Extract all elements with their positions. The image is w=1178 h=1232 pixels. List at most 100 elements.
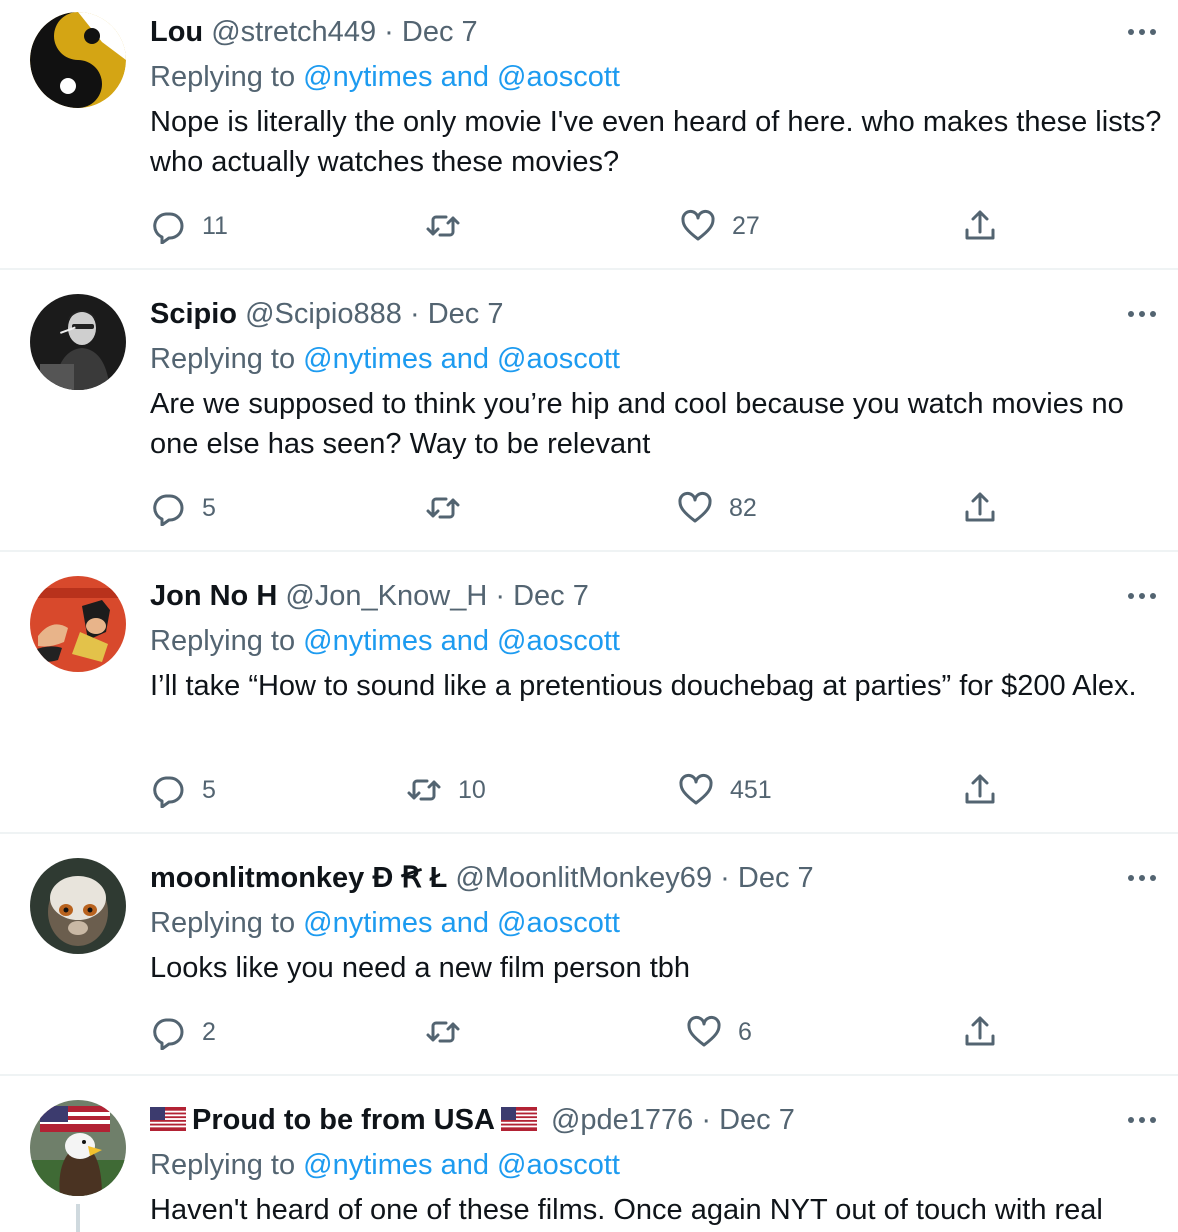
tweet-date[interactable]: Dec 7 xyxy=(513,580,589,612)
replying-to: Replying to @nytimes and @aoscott xyxy=(150,623,620,659)
more-options-button[interactable] xyxy=(1126,864,1158,892)
retweet-icon xyxy=(426,497,460,519)
reply-button[interactable]: 5 xyxy=(150,768,216,812)
tweet-date[interactable]: Dec 7 xyxy=(428,298,504,330)
replying-to: Replying to @nytimes and @aoscott xyxy=(150,905,620,941)
reply-count: 5 xyxy=(202,775,216,804)
display-name[interactable]: Scipio xyxy=(150,298,237,330)
replying-label: Replying to xyxy=(150,907,296,939)
heart-icon xyxy=(679,773,713,805)
mention-and[interactable]: and xyxy=(441,625,489,657)
like-button[interactable]: 451 xyxy=(678,768,772,812)
retweet-button[interactable] xyxy=(425,1010,477,1054)
more-options-button[interactable] xyxy=(1126,18,1158,46)
like-button[interactable]: 27 xyxy=(680,204,760,248)
tweet[interactable]: Scipio @Scipio888 · Dec 7 Replying to @n… xyxy=(0,282,1178,552)
share-button[interactable] xyxy=(962,1010,998,1054)
comic-slap-icon xyxy=(30,576,126,672)
reply-button[interactable]: 5 xyxy=(150,486,216,530)
mention-link[interactable]: @aoscott xyxy=(497,61,620,93)
mention-and[interactable]: and xyxy=(441,343,489,375)
mention-link[interactable]: @aoscott xyxy=(497,625,620,657)
display-name[interactable]: Lou xyxy=(150,16,203,48)
reply-count: 11 xyxy=(202,211,228,240)
user-handle[interactable]: @MoonlitMonkey69 xyxy=(455,862,712,894)
replying-to: Replying to @nytimes and @aoscott xyxy=(150,341,620,377)
retweet-button[interactable]: 10 xyxy=(406,768,486,812)
share-button[interactable] xyxy=(962,768,998,812)
reply-icon xyxy=(153,494,184,526)
us-flag-icon xyxy=(500,1107,537,1131)
mention-link[interactable]: @nytimes xyxy=(303,907,432,939)
more-options-button[interactable] xyxy=(1126,582,1158,610)
mention-link[interactable]: @aoscott xyxy=(497,907,620,939)
separator-dot: · xyxy=(701,1104,712,1136)
separator-dot: · xyxy=(720,862,730,894)
more-options-button[interactable] xyxy=(1126,300,1158,328)
mention-link[interactable]: @nytimes xyxy=(303,61,432,93)
avatar[interactable] xyxy=(30,294,126,390)
tweet[interactable]: Jon No H @Jon_Know_H · Dec 7 Replying to… xyxy=(0,564,1178,834)
yin-yang-icon xyxy=(30,12,126,108)
tweet-date[interactable]: Dec 7 xyxy=(402,16,478,48)
tweet-text: Looks like you need a new film person tb… xyxy=(150,952,691,984)
avatar[interactable] xyxy=(30,1100,126,1196)
mention-and[interactable]: and xyxy=(441,61,489,93)
share-button[interactable] xyxy=(962,486,998,530)
tweet-text: Nope is literally the only movie I've ev… xyxy=(150,106,1162,178)
mention-link[interactable]: @aoscott xyxy=(497,343,620,375)
tweet-date[interactable]: Dec 7 xyxy=(719,1104,795,1136)
share-icon xyxy=(965,492,995,522)
mention-link[interactable]: @aoscott xyxy=(497,1149,620,1181)
user-handle[interactable]: @stretch449 xyxy=(211,16,376,48)
separator-dot: · xyxy=(495,580,506,612)
retweet-icon xyxy=(426,215,460,237)
like-button[interactable]: 82 xyxy=(677,486,757,530)
mention-link[interactable]: @nytimes xyxy=(303,625,432,657)
reply-button[interactable]: 11 xyxy=(150,204,228,248)
heart-icon xyxy=(678,491,712,523)
retweet-icon xyxy=(426,1021,460,1043)
retweet-button[interactable] xyxy=(425,204,477,248)
mention-and[interactable]: and xyxy=(441,1149,489,1181)
avatar[interactable] xyxy=(30,576,126,672)
mention-link[interactable]: @nytimes xyxy=(303,343,432,375)
like-count: 27 xyxy=(732,211,760,240)
monkey-icon xyxy=(30,858,126,954)
user-handle[interactable]: @Scipio888 xyxy=(245,298,402,330)
avatar[interactable] xyxy=(30,12,126,108)
share-button[interactable] xyxy=(962,204,998,248)
reply-count: 2 xyxy=(202,1017,216,1046)
tweet-text: Are we supposed to think you’re hip and … xyxy=(150,388,1124,460)
replying-label: Replying to xyxy=(150,1149,296,1181)
user-handle[interactable]: @Jon_Know_H xyxy=(285,580,487,612)
avatar[interactable] xyxy=(30,858,126,954)
reply-count: 5 xyxy=(202,493,216,522)
display-name[interactable]: Proud to be from USA xyxy=(192,1104,495,1136)
mention-and[interactable]: and xyxy=(441,907,489,939)
like-button[interactable]: 6 xyxy=(686,1010,752,1054)
divider xyxy=(0,268,1178,270)
tweet-date[interactable]: Dec 7 xyxy=(738,862,814,894)
tweet-header: Lou @stretch449 · Dec 7 xyxy=(150,14,478,50)
tweet-actions: 2 6 xyxy=(0,1010,1178,1054)
tweet-actions: 5 82 xyxy=(0,486,1178,530)
divider xyxy=(0,1074,1178,1076)
tweet[interactable]: Lou @stretch449 · Dec 7 Replying to @nyt… xyxy=(0,0,1178,270)
tweet-text: I’ll take “How to sound like a pretentio… xyxy=(150,670,1137,702)
mention-link[interactable]: @nytimes xyxy=(303,1149,432,1181)
tweet[interactable]: moonlitmonkey Ð Ꞧ Ł @MoonlitMonkey69 · D… xyxy=(0,846,1178,1076)
reply-icon xyxy=(153,776,184,808)
more-icon xyxy=(1128,311,1156,317)
more-icon xyxy=(1128,1117,1156,1123)
replying-label: Replying to xyxy=(150,61,296,93)
thread-line xyxy=(76,1204,80,1232)
reply-button[interactable]: 2 xyxy=(150,1010,216,1054)
more-options-button[interactable] xyxy=(1126,1106,1158,1134)
retweet-button[interactable] xyxy=(425,486,477,530)
tweet[interactable]: Proud to be from USA @pde1776 · Dec 7 Re… xyxy=(0,1088,1178,1232)
display-name[interactable]: Jon No H xyxy=(150,580,277,612)
retweet-icon xyxy=(407,779,441,801)
display-name[interactable]: moonlitmonkey Ð Ꞧ Ł xyxy=(150,862,447,894)
user-handle[interactable]: @pde1776 xyxy=(551,1104,693,1136)
